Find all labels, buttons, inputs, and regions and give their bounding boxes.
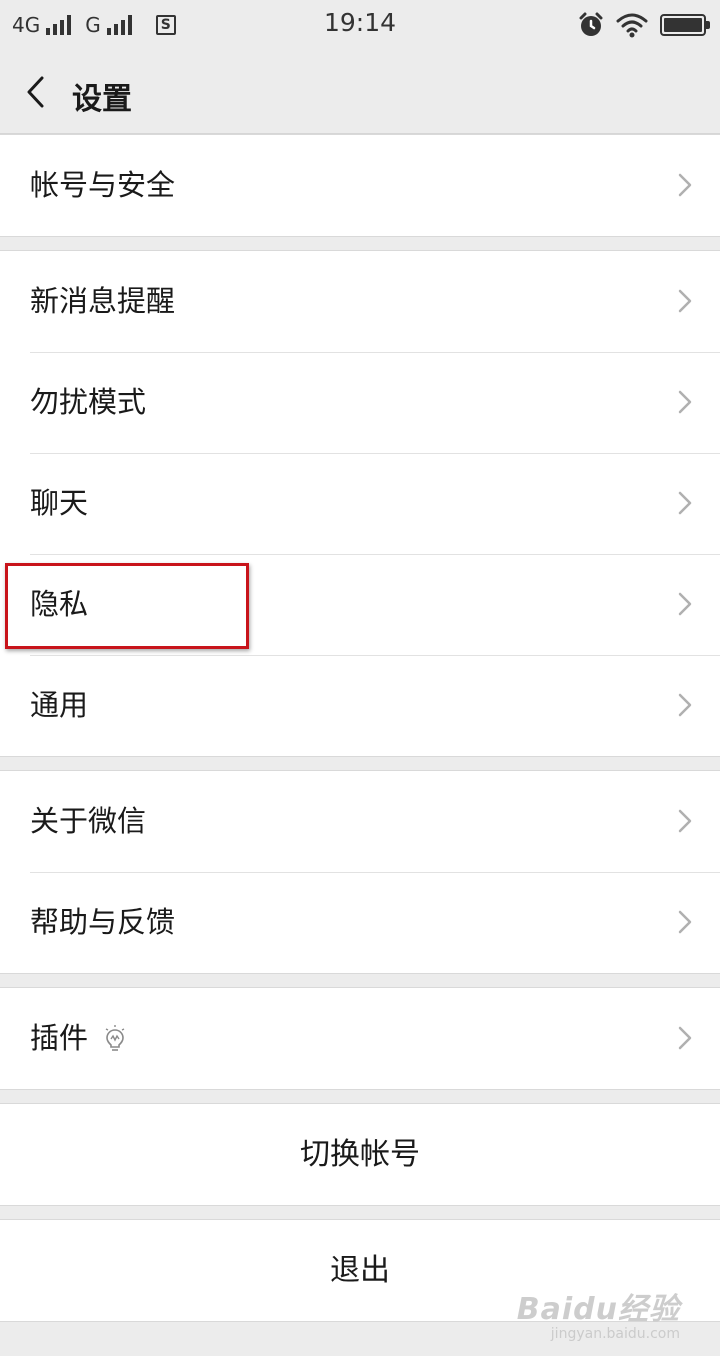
settings-group-about: 关于微信 帮助与反馈 xyxy=(0,770,720,974)
settings-group-main: 新消息提醒 勿扰模式 聊天 隐私 通用 xyxy=(0,250,720,757)
chevron-right-icon xyxy=(678,809,692,833)
back-button[interactable] xyxy=(18,72,58,112)
chevron-right-icon xyxy=(678,592,692,616)
plugins-item[interactable]: 插件 xyxy=(0,988,720,1089)
watermark: Baidu经验 jingyan.baidu.com xyxy=(517,1284,680,1342)
watermark-sub: jingyan.baidu.com xyxy=(550,1326,680,1342)
new-message-notification-item[interactable]: 新消息提醒 xyxy=(0,251,720,352)
chat-item[interactable]: 聊天 xyxy=(0,453,720,554)
about-wechat-item[interactable]: 关于微信 xyxy=(0,771,720,872)
chevron-right-icon xyxy=(678,289,692,313)
battery-icon xyxy=(660,14,710,36)
chevron-right-icon xyxy=(678,910,692,934)
privacy-item[interactable]: 隐私 xyxy=(0,554,720,655)
list-item-label: 隐私 xyxy=(30,587,89,621)
chevron-right-icon xyxy=(678,693,692,717)
list-item-label: 帐号与安全 xyxy=(30,168,176,202)
list-item-label: 新消息提醒 xyxy=(30,284,176,318)
list-item-label: 聊天 xyxy=(30,486,89,520)
watermark-main: Baidu经验 xyxy=(516,1292,680,1327)
general-item[interactable]: 通用 xyxy=(0,655,720,756)
switch-account-button[interactable]: 切换帐号 xyxy=(0,1104,720,1205)
chevron-right-icon xyxy=(678,1026,692,1050)
alarm-icon xyxy=(579,12,603,36)
chevron-right-icon xyxy=(678,390,692,414)
list-item-label: 插件 xyxy=(30,1021,89,1055)
switch-account-group: 切换帐号 xyxy=(0,1103,720,1206)
account-security-item[interactable]: 帐号与安全 xyxy=(0,135,720,236)
do-not-disturb-item[interactable]: 勿扰模式 xyxy=(0,352,720,453)
header: 设置 xyxy=(0,50,720,134)
page-title: 设置 xyxy=(72,82,132,117)
chevron-right-icon xyxy=(678,491,692,515)
chevron-right-icon xyxy=(678,173,692,197)
wifi-icon xyxy=(616,13,648,38)
list-item-label: 通用 xyxy=(30,688,89,722)
list-item-label: 勿扰模式 xyxy=(30,385,147,419)
status-right xyxy=(578,12,710,38)
settings-group-account: 帐号与安全 xyxy=(0,134,720,237)
status-bar: 4G G S 19:14 xyxy=(0,0,720,50)
list-item-label: 帮助与反馈 xyxy=(30,905,176,939)
lightbulb-icon xyxy=(105,1025,125,1051)
list-item-label: 关于微信 xyxy=(30,804,147,838)
help-feedback-item[interactable]: 帮助与反馈 xyxy=(0,872,720,973)
settings-group-plugins: 插件 xyxy=(0,987,720,1090)
switch-account-label: 切换帐号 xyxy=(300,1137,420,1172)
